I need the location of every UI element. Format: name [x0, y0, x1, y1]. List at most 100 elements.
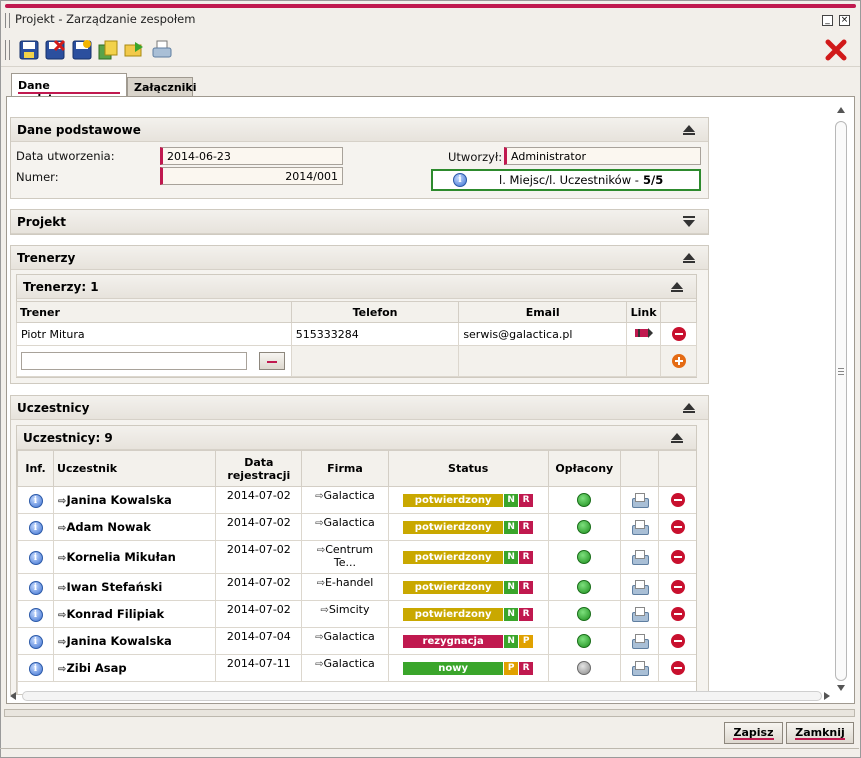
status-badge[interactable]: potwierdzony NR — [403, 580, 534, 594]
open-link-icon[interactable]: ⇨ — [320, 605, 328, 616]
add-icon[interactable] — [671, 354, 686, 368]
collapse-icon[interactable] — [683, 125, 695, 132]
status-badge[interactable]: potwierdzony NR — [403, 607, 534, 621]
print-icon[interactable] — [630, 493, 650, 508]
save-close-icon[interactable] — [44, 39, 66, 61]
info-icon[interactable]: i — [28, 634, 43, 649]
status-flag[interactable]: R — [519, 661, 534, 675]
info-icon[interactable]: i — [28, 493, 43, 508]
paid-green-icon[interactable] — [577, 607, 592, 621]
status-flag[interactable]: R — [519, 520, 534, 534]
scroll-h-track[interactable] — [22, 691, 822, 701]
scroll-down-icon[interactable] — [837, 685, 845, 691]
expand-icon[interactable] — [683, 220, 695, 227]
participant-name[interactable]: Janina Kowalska — [66, 493, 171, 507]
status-flag[interactable]: N — [504, 607, 519, 621]
status-badge[interactable]: potwierdzony NR — [403, 550, 534, 564]
collapse-icon[interactable] — [683, 403, 695, 410]
paid-green-icon[interactable] — [577, 580, 592, 594]
open-link-icon[interactable]: ⇨ — [317, 545, 325, 556]
open-link-icon[interactable]: ⇨ — [315, 518, 323, 529]
status-flag[interactable]: N — [504, 493, 519, 507]
status-flag[interactable]: R — [519, 493, 534, 507]
tab-zalaczniki[interactable]: Załączniki — [127, 77, 197, 97]
company-name[interactable]: Centrum Te... — [325, 543, 373, 569]
status-flag[interactable]: N — [504, 550, 519, 564]
status-flag[interactable]: P — [519, 634, 534, 648]
status-badge[interactable]: rezygnacja NP — [403, 634, 534, 648]
paid-green-icon[interactable] — [577, 520, 592, 534]
close-window-icon[interactable]: × — [839, 15, 850, 26]
unpaid-gray-icon[interactable] — [577, 661, 592, 675]
send-icon[interactable] — [123, 39, 145, 61]
collapse-icon[interactable] — [671, 433, 683, 440]
subpanel-header[interactable]: Trenerzy: 1 — [17, 275, 696, 299]
print-icon[interactable] — [630, 634, 650, 649]
remove-icon[interactable] — [670, 550, 685, 564]
collapse-icon[interactable] — [671, 282, 683, 289]
remove-icon[interactable] — [670, 607, 685, 621]
number-field[interactable]: 2014/001 — [160, 167, 343, 185]
info-icon[interactable]: i — [28, 661, 43, 676]
remove-icon[interactable] — [670, 493, 685, 507]
participant-name[interactable]: Janina Kowalska — [66, 634, 171, 648]
link-icon[interactable] — [634, 327, 653, 338]
open-link-icon[interactable]: ⇨ — [317, 578, 325, 589]
print-icon[interactable] — [630, 607, 650, 622]
company-name[interactable]: Galactica — [324, 516, 375, 529]
company-name[interactable]: E-handel — [325, 576, 373, 589]
participant-name[interactable]: Adam Nowak — [66, 520, 150, 534]
horizontal-scrollbar[interactable] — [8, 689, 832, 703]
participant-name[interactable]: Iwan Stefański — [66, 580, 162, 594]
remove-icon[interactable] — [670, 580, 685, 594]
save-icon[interactable] — [18, 39, 40, 61]
remove-icon[interactable] — [670, 661, 685, 675]
panel-header[interactable]: Projekt — [11, 210, 708, 234]
status-flag[interactable]: N — [504, 580, 519, 594]
scroll-thumb[interactable] — [835, 121, 847, 681]
open-link-icon[interactable]: ⇨ — [315, 659, 323, 670]
print-icon[interactable] — [630, 661, 650, 676]
status-flag[interactable]: N — [504, 520, 519, 534]
save-button[interactable]: Zapisz — [724, 722, 783, 744]
print-icon[interactable] — [630, 580, 650, 595]
status-flag[interactable]: R — [519, 607, 534, 621]
status-flag[interactable]: R — [519, 580, 534, 594]
scroll-left-icon[interactable] — [10, 692, 16, 700]
tab-dane-podstawowe[interactable]: Dane podstawowe — [11, 73, 127, 105]
remove-icon[interactable] — [671, 327, 686, 341]
company-name[interactable]: Galactica — [324, 630, 375, 643]
print-icon[interactable] — [630, 520, 650, 535]
status-badge[interactable]: potwierdzony NR — [403, 493, 534, 507]
panel-header[interactable]: Trenerzy — [11, 246, 708, 270]
subpanel-header[interactable]: Uczestnicy: 9 — [17, 426, 696, 450]
print-icon[interactable] — [630, 550, 650, 565]
vertical-scrollbar[interactable] — [833, 105, 849, 693]
company-name[interactable]: Simcity — [329, 603, 370, 616]
open-link-icon[interactable]: ⇨ — [315, 491, 323, 502]
print-icon[interactable] — [151, 39, 173, 61]
info-icon[interactable]: i — [28, 580, 43, 595]
panel-header[interactable]: Uczestnicy — [11, 396, 708, 420]
close-red-icon[interactable] — [825, 39, 847, 61]
company-name[interactable]: Galactica — [324, 657, 375, 670]
open-link-icon[interactable]: ⇨ — [315, 632, 323, 643]
minimize-icon[interactable]: _ — [822, 15, 833, 26]
toolbar-grip-icon[interactable] — [5, 40, 10, 60]
info-icon[interactable]: i — [28, 607, 43, 622]
save-new-icon[interactable] — [71, 39, 93, 61]
title-bar[interactable]: Projekt - Zarządzanie zespołem _ × — [1, 9, 860, 31]
author-field[interactable]: Administrator — [504, 147, 701, 165]
participant-name[interactable]: Kornelia Mikułan — [66, 550, 175, 564]
paid-green-icon[interactable] — [577, 493, 592, 507]
remove-icon[interactable] — [670, 520, 685, 534]
new-trainer-input[interactable] — [21, 352, 247, 370]
participant-name[interactable]: Zibi Asap — [66, 661, 126, 675]
info-icon[interactable]: i — [28, 520, 43, 535]
copy-icon[interactable] — [97, 39, 119, 61]
scroll-up-icon[interactable] — [837, 107, 845, 113]
info-icon[interactable]: i — [28, 550, 43, 565]
drag-grip-icon[interactable] — [5, 13, 10, 28]
lookup-button[interactable] — [258, 352, 285, 370]
company-name[interactable]: Galactica — [324, 489, 375, 502]
